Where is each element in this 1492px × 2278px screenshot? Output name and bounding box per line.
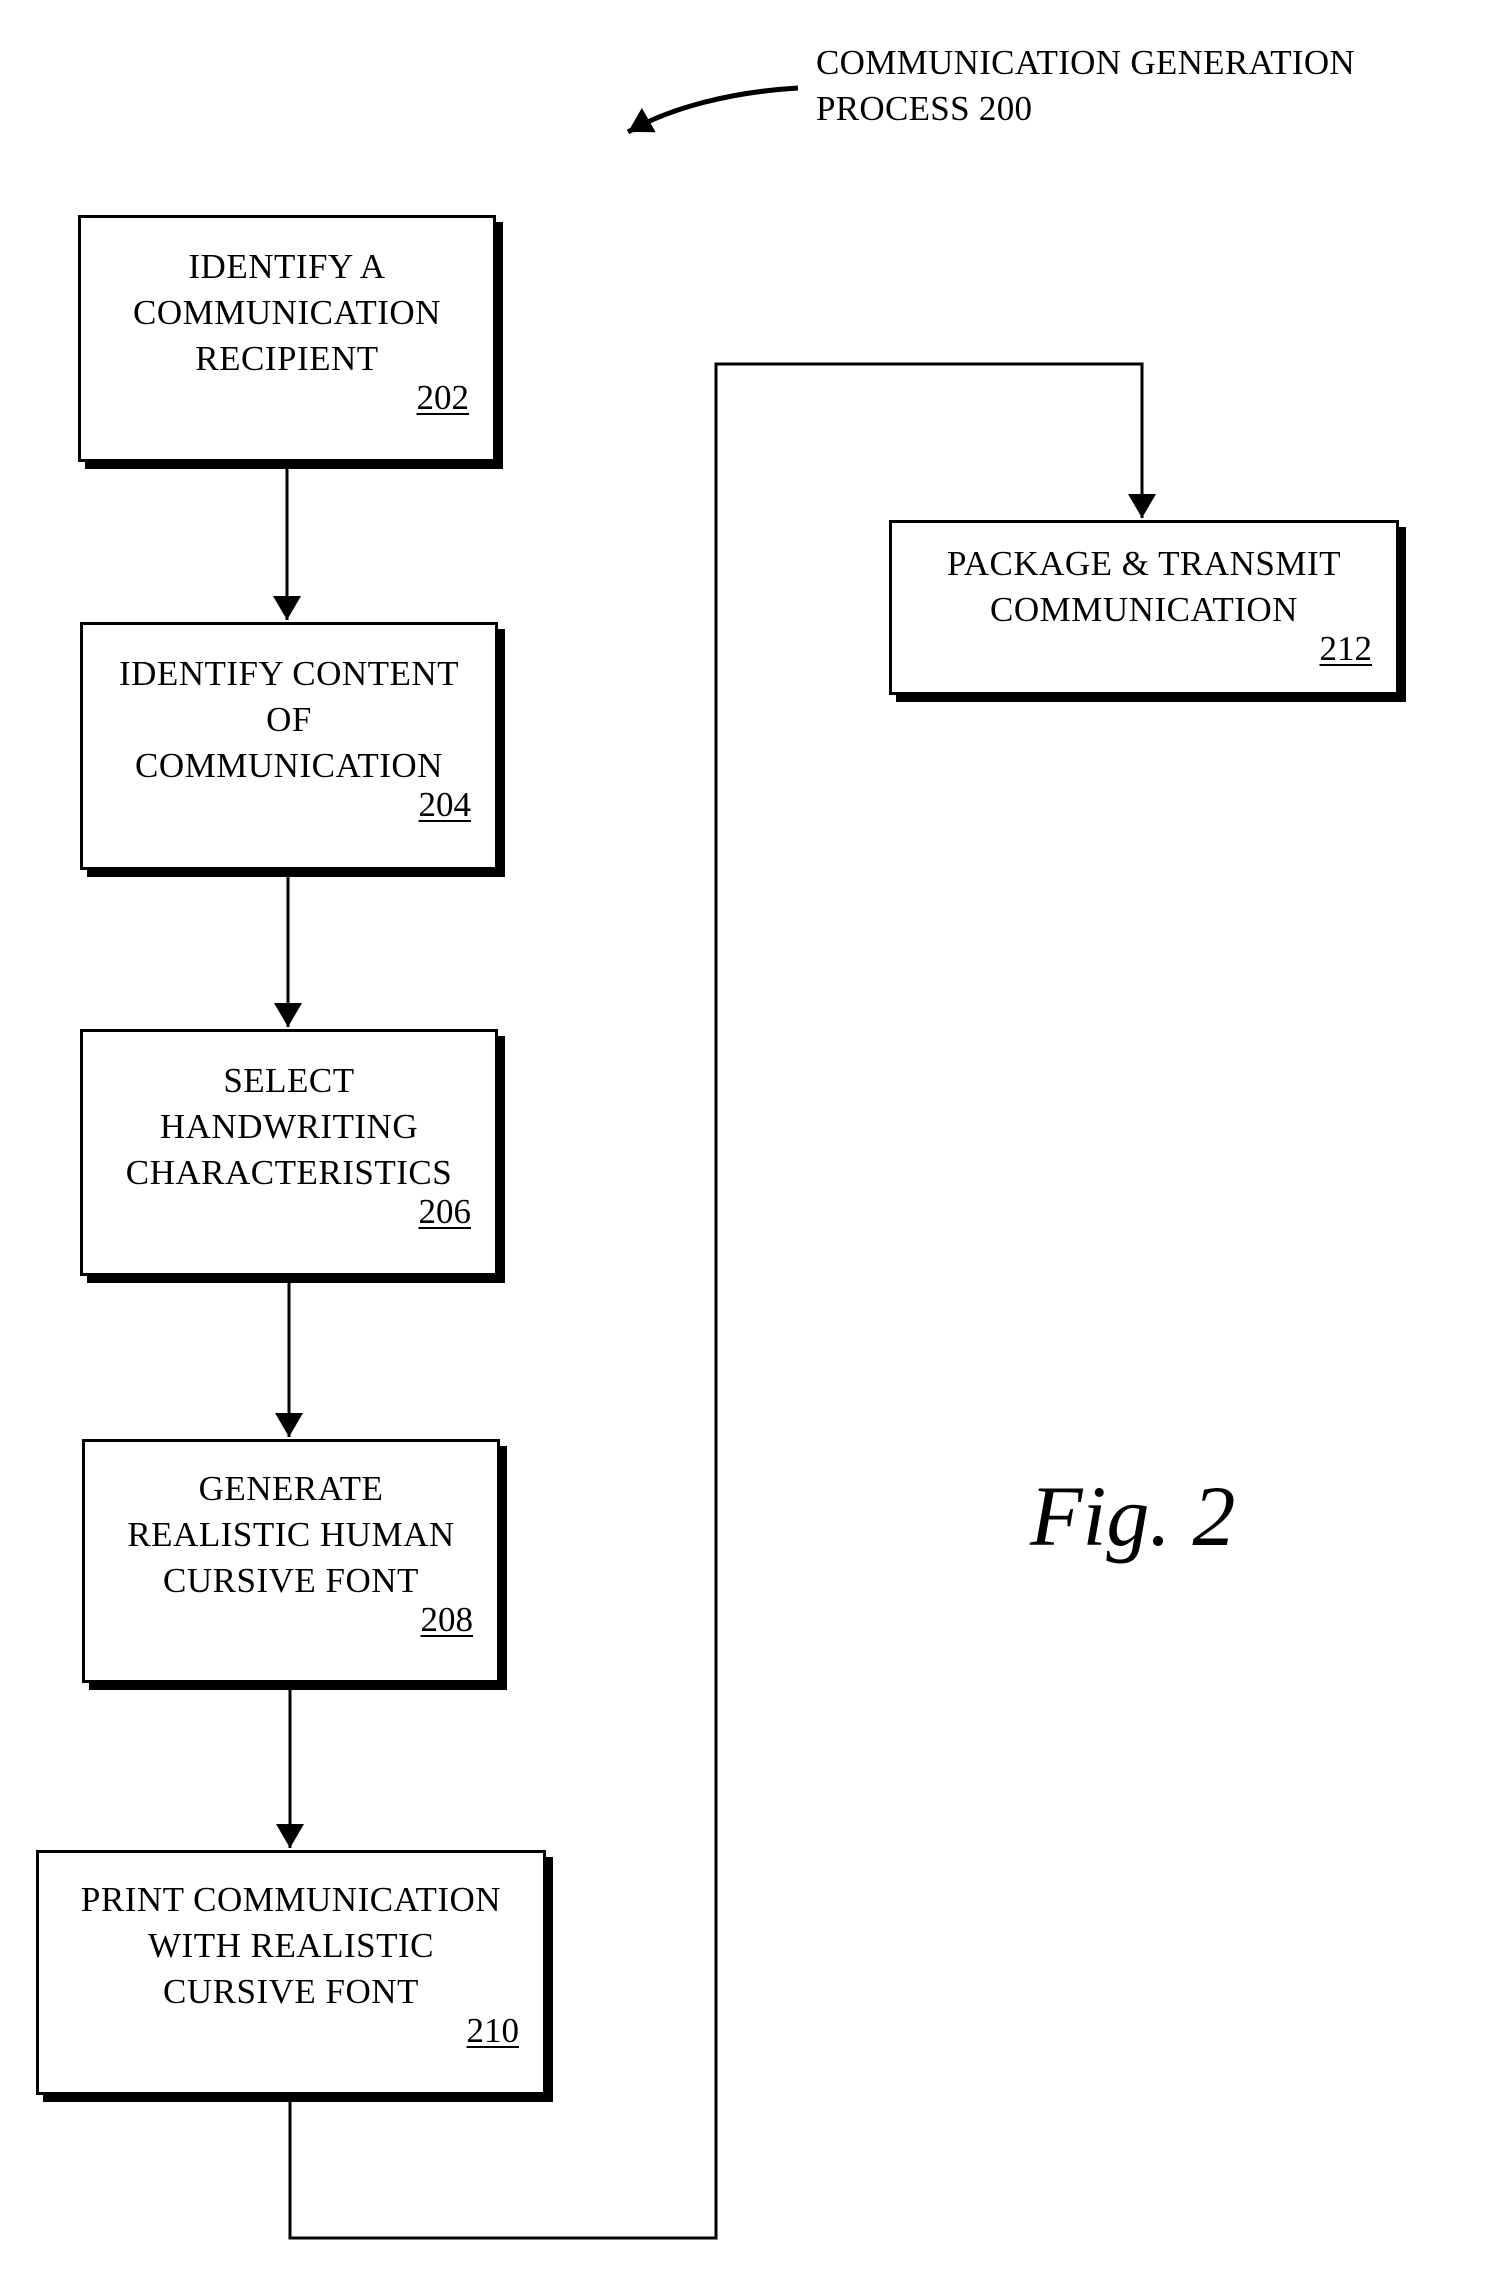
step-text: IDENTIFY CONTENT OF COMMUNICATION: [118, 654, 460, 785]
step-box-208: GENERATE REALISTIC HUMAN CURSIVE FONT 20…: [82, 1439, 500, 1683]
step-ref: 204: [418, 785, 472, 824]
figure-label: Fig. 2: [1030, 1468, 1236, 1564]
step-box-206: SELECT HANDWRITING CHARACTERISTICS 206: [80, 1029, 498, 1276]
step-box-210: PRINT COMMUNICATION WITH REALISTIC CURSI…: [36, 1850, 546, 2095]
process-pointer-arrow: [626, 85, 799, 135]
step-ref: 210: [466, 2011, 520, 2050]
step-text: SELECT HANDWRITING CHARACTERISTICS: [125, 1061, 453, 1192]
step-ref: 208: [420, 1600, 474, 1639]
step-ref: 212: [1319, 629, 1373, 668]
step-box-204: IDENTIFY CONTENT OF COMMUNICATION 204: [80, 622, 498, 870]
step-text: GENERATE REALISTIC HUMAN CURSIVE FONT: [127, 1469, 455, 1600]
step-ref: 202: [416, 378, 470, 417]
step-box-202: IDENTIFY A COMMUNICATION RECIPIENT 202: [78, 215, 496, 462]
process-label: COMMUNICATION GENERATION PROCESS 200: [816, 43, 1355, 128]
step-text: IDENTIFY A COMMUNICATION RECIPIENT: [133, 247, 441, 378]
step-text: PRINT COMMUNICATION WITH REALISTIC CURSI…: [80, 1880, 502, 2011]
step-ref: 206: [418, 1192, 472, 1231]
step-box-212: PACKAGE & TRANSMIT COMMUNICATION 212: [889, 520, 1399, 695]
step-text: PACKAGE & TRANSMIT COMMUNICATION: [946, 544, 1342, 629]
